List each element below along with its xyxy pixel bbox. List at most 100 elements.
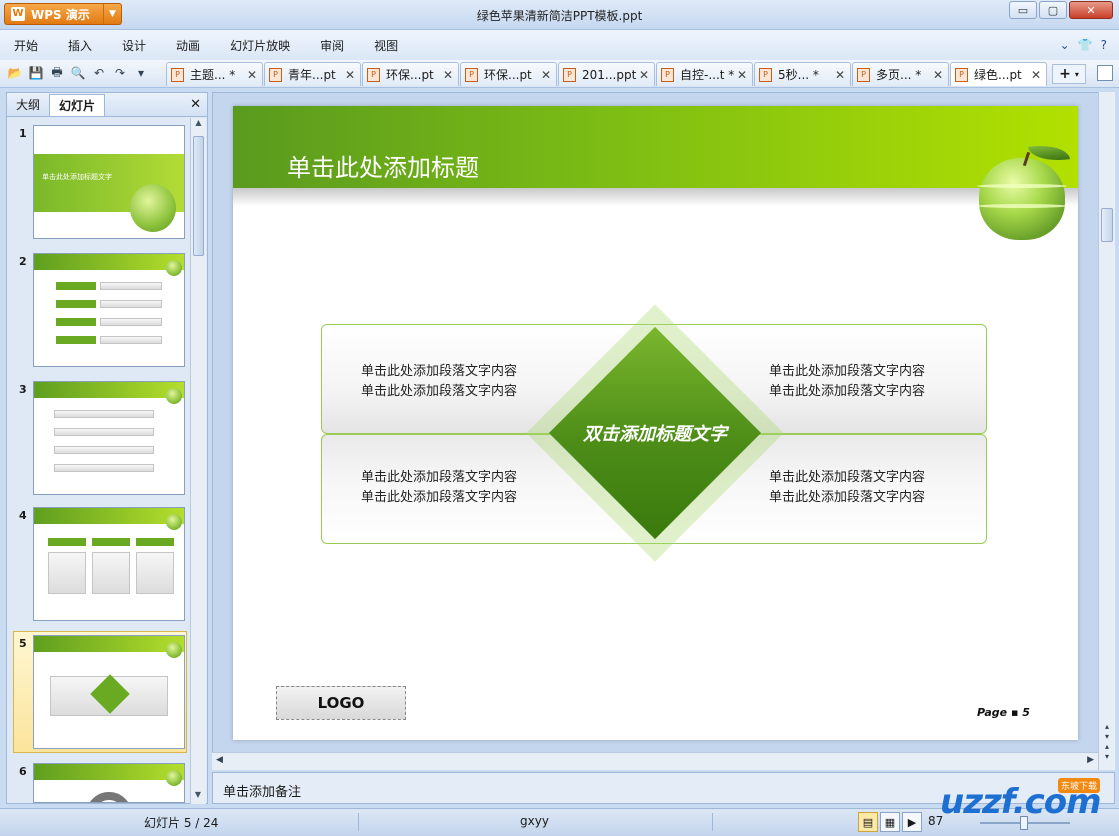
close-icon[interactable]: ✕ — [190, 97, 201, 112]
scroll-up-icon[interactable]: ▲ — [191, 118, 206, 132]
slide-horizontal-scrollbar[interactable]: ◀ ▶ — [212, 752, 1098, 770]
thumb-row — [100, 300, 162, 308]
logo-placeholder[interactable]: LOGO — [276, 686, 406, 720]
thumb-row — [54, 410, 154, 418]
tab-slides[interactable]: 幻灯片 — [49, 93, 106, 116]
close-icon[interactable]: ✕ — [736, 68, 748, 82]
menu-animation[interactable]: 动画 — [176, 37, 200, 54]
undo-icon[interactable]: ↶ — [90, 64, 108, 82]
scroll-thumb[interactable] — [1101, 208, 1113, 242]
view-buttons: ▤ ▦ ▶ — [858, 812, 922, 832]
title-bar: W WPS 演示 ▼ 绿色苹果清新简洁PPT模板.ppt ▭ ▢ ✕ — [0, 0, 1119, 30]
close-icon[interactable]: ✕ — [442, 68, 454, 82]
close-icon: ✕ — [1086, 3, 1096, 17]
scroll-right-icon[interactable]: ▶ — [1087, 755, 1094, 765]
doc-tab[interactable]: P 环保...pt ✕ — [362, 62, 459, 86]
print-icon[interactable]: 🖶 — [48, 64, 66, 82]
slide-thumbnail-2[interactable] — [33, 253, 185, 367]
doc-tab-label: 环保...pt — [386, 68, 434, 82]
document-tabs: P 主题... * ✕ P 青年...pt ✕ P 环保...pt ✕ P 环保...pt ✕ … — [166, 62, 1048, 86]
menu-design[interactable]: 设计 — [122, 37, 146, 54]
scroll-thumb[interactable] — [193, 136, 204, 256]
notes-placeholder[interactable]: 单击添加备注 — [223, 781, 301, 800]
slide-vertical-scrollbar[interactable]: ▴ ▾ ▴ ▾ — [1098, 92, 1115, 770]
slide-thumbnail-6[interactable] — [33, 763, 185, 803]
doc-tab-active[interactable]: P 绿色...pt ✕ — [950, 62, 1047, 86]
plus-icon: + — [1059, 66, 1071, 82]
close-icon[interactable]: ✕ — [834, 68, 846, 82]
menu-insert[interactable]: 插入 — [68, 37, 92, 54]
doc-tab[interactable]: P 环保...pt ✕ — [460, 62, 557, 86]
doc-tab-label: 绿色...pt — [974, 68, 1022, 82]
minimize-button[interactable]: ▭ — [1009, 1, 1037, 19]
doc-tab[interactable]: P 自控-...t * ✕ — [656, 62, 753, 86]
close-icon[interactable]: ✕ — [1030, 68, 1042, 82]
center-diamond[interactable]: 双击添加标题文字 — [526, 304, 784, 562]
close-icon[interactable]: ✕ — [344, 68, 356, 82]
doc-tab-label: 多页... * — [876, 68, 922, 82]
close-icon[interactable]: ✕ — [932, 68, 944, 82]
paragraph-bottom-left[interactable]: 单击此处添加段落文字内容 单击此处添加段落文字内容 — [361, 468, 517, 508]
diamond-title-text[interactable]: 双击添加标题文字 — [544, 420, 766, 446]
paragraph-top-right[interactable]: 单击此处添加段落文字内容 单击此处添加段落文字内容 — [769, 362, 925, 402]
slide-thumbnail-4[interactable] — [33, 507, 185, 621]
help-icon[interactable]: ? — [1101, 38, 1107, 52]
redo-icon[interactable]: ↷ — [111, 64, 129, 82]
thumb-row — [136, 552, 174, 594]
quick-toolbar-row: 📂 💾 🖶 🔍 ↶ ↷ ▾ P 主题... * ✕ P 青年...pt ✕ P 环保...… — [0, 60, 1119, 88]
slideshow-icon[interactable]: ▶ — [902, 812, 922, 832]
paragraph-top-left[interactable]: 单击此处添加段落文字内容 单击此处添加段落文字内容 — [361, 362, 517, 402]
new-tab-button[interactable]: + ▾ — [1052, 64, 1086, 84]
slide-sorter-icon[interactable]: ▦ — [880, 812, 900, 832]
prev-next-slide-icons[interactable]: ▴ ▾ ▴ ▾ — [1101, 722, 1113, 762]
watermark-tag: 东坡下载 — [1058, 778, 1101, 793]
doc-tab[interactable]: P 201...ppt ✕ — [558, 62, 655, 86]
slide-thumbnail-1[interactable]: 单击此处添加标题文字 — [33, 125, 185, 239]
tab-layout-icon[interactable] — [1097, 65, 1113, 81]
slide-thumbnail-3[interactable] — [33, 381, 185, 495]
paragraph-line: 单击此处添加段落文字内容 — [361, 470, 518, 485]
menu-slideshow[interactable]: 幻灯片放映 — [230, 37, 290, 54]
normal-view-icon[interactable]: ▤ — [858, 812, 878, 832]
slide-title[interactable]: 单击此处添加标题 — [287, 148, 479, 183]
doc-tab[interactable]: P 5秒... * ✕ — [754, 62, 851, 86]
paragraph-line: 单击此处添加段落文字内容 — [769, 384, 926, 399]
close-icon[interactable]: ✕ — [246, 68, 258, 82]
open-folder-icon[interactable]: 📂 — [6, 64, 24, 82]
thumb-row — [54, 446, 154, 454]
ppt-file-icon: P — [955, 67, 968, 82]
customize-chevron-icon[interactable]: ▾ — [132, 64, 150, 82]
apple-icon — [166, 388, 182, 404]
close-icon[interactable]: ✕ — [540, 68, 552, 82]
tab-outline[interactable]: 大纲 — [7, 94, 49, 116]
thumbnail-number: 2 — [19, 255, 27, 268]
thumbnail-number: 1 — [19, 127, 27, 140]
thumb-row — [56, 300, 96, 308]
close-button[interactable]: ✕ — [1069, 1, 1113, 19]
thumbnail-scrollbar[interactable]: ▲ ▼ — [190, 118, 206, 804]
current-slide[interactable]: 单击此处添加标题 单击此处添加段落文字内容 单击此处添加段落文字内容 单击此处添… — [233, 106, 1078, 740]
doc-tab[interactable]: P 主题... * ✕ — [166, 62, 263, 86]
print-preview-icon[interactable]: 🔍 — [69, 64, 87, 82]
thumbnail-number: 5 — [19, 637, 27, 650]
menu-home[interactable]: 开始 — [14, 37, 38, 54]
thumbnail-number: 3 — [19, 383, 27, 396]
doc-tab[interactable]: P 青年...pt ✕ — [264, 62, 361, 86]
menu-view[interactable]: 视图 — [374, 37, 398, 54]
window-controls: ▭ ▢ ✕ — [1009, 1, 1113, 19]
slide-thumbnail-5[interactable] — [33, 635, 185, 749]
menu-bar: 开始 插入 设计 动画 幻灯片放映 审阅 视图 ⌄ 👕 ? — [0, 30, 1119, 60]
doc-tab[interactable]: P 多页... * ✕ — [852, 62, 949, 86]
doc-tab-label: 自控-...t * — [680, 68, 735, 82]
menu-review[interactable]: 审阅 — [320, 37, 344, 54]
close-icon[interactable]: ✕ — [638, 68, 650, 82]
paragraph-bottom-right[interactable]: 单击此处添加段落文字内容 单击此处添加段落文字内容 — [769, 468, 925, 508]
maximize-button[interactable]: ▢ — [1039, 1, 1067, 19]
scroll-down-icon[interactable]: ▼ — [191, 790, 205, 804]
scroll-left-icon[interactable]: ◀ — [216, 755, 223, 765]
chevron-down-icon[interactable]: ⌄ — [1060, 38, 1070, 52]
shirt-icon[interactable]: 👕 — [1078, 38, 1093, 52]
save-icon[interactable]: 💾 — [27, 64, 45, 82]
thumbnail-number: 4 — [19, 509, 27, 522]
status-divider — [358, 813, 359, 831]
